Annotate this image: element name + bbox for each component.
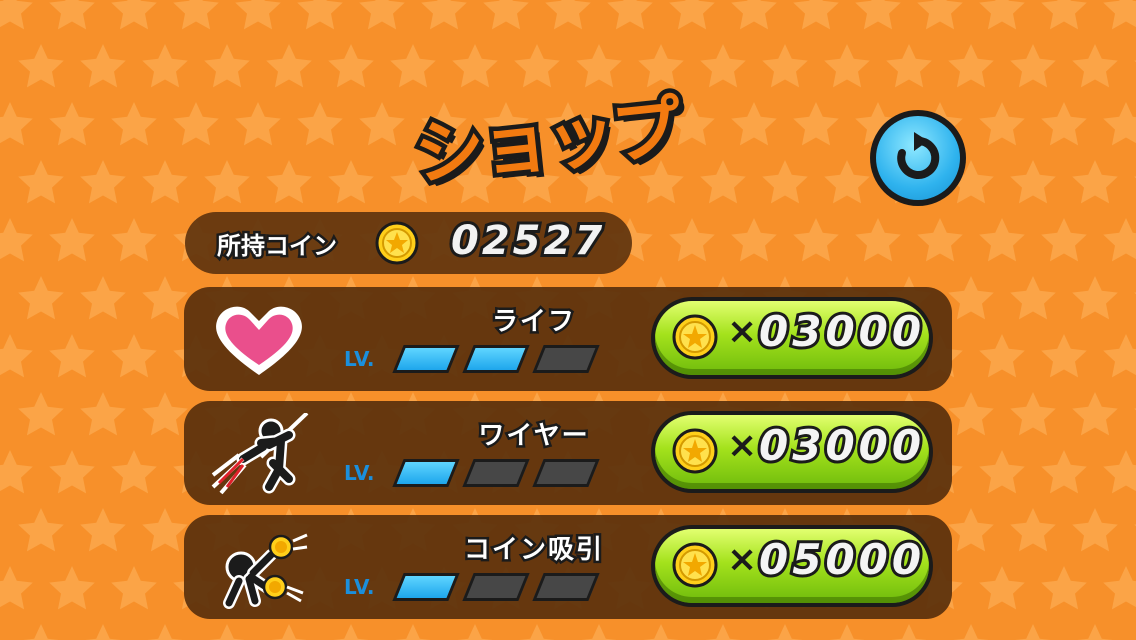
buy-wire-button[interactable]: × 03000 <box>651 411 933 493</box>
star-coin-icon <box>672 542 718 588</box>
coin-magnet-stickman-icon <box>223 533 308 609</box>
level-segment <box>392 573 460 601</box>
back-button[interactable] <box>870 110 966 206</box>
item-price: 05000 <box>756 532 926 587</box>
level-segment <box>462 573 530 601</box>
wallet-label: 所持コイン <box>215 230 340 263</box>
level-segment <box>462 459 530 487</box>
item-price: 03000 <box>756 304 926 359</box>
wallet-bar: 所持コイン 02527 <box>185 212 632 274</box>
wire-stickman-icon <box>211 413 309 495</box>
wallet-coin-count: 02527 <box>448 215 606 267</box>
item-price: 03000 <box>756 418 926 473</box>
multiply-sign: × <box>727 425 758 466</box>
level-segment <box>462 345 530 373</box>
level-segment <box>532 345 600 373</box>
level-segment <box>532 573 600 601</box>
multiply-sign: × <box>727 539 758 580</box>
level-label: LV. <box>344 461 375 485</box>
star-coin-icon <box>672 314 718 360</box>
level-segment <box>392 345 460 373</box>
buy-life-button[interactable]: × 03000 <box>651 297 933 379</box>
shop-item-coin-magnet: コイン吸引 LV. × 05000 <box>184 515 952 619</box>
star-coin-icon <box>672 428 718 474</box>
level-segment <box>532 459 600 487</box>
shop-item-wire: ワイヤー LV. × 03000 <box>184 401 952 505</box>
star-coin-icon <box>375 221 419 265</box>
level-label: LV. <box>344 575 375 599</box>
level-label: LV. <box>344 347 375 371</box>
heart-icon <box>216 306 302 375</box>
level-segment <box>392 459 460 487</box>
multiply-sign: × <box>727 311 758 352</box>
rotate-back-icon <box>897 132 940 179</box>
buy-coin-magnet-button[interactable]: × 05000 <box>651 525 933 607</box>
shop-item-life: ライフ LV. × 03000 <box>184 287 952 391</box>
